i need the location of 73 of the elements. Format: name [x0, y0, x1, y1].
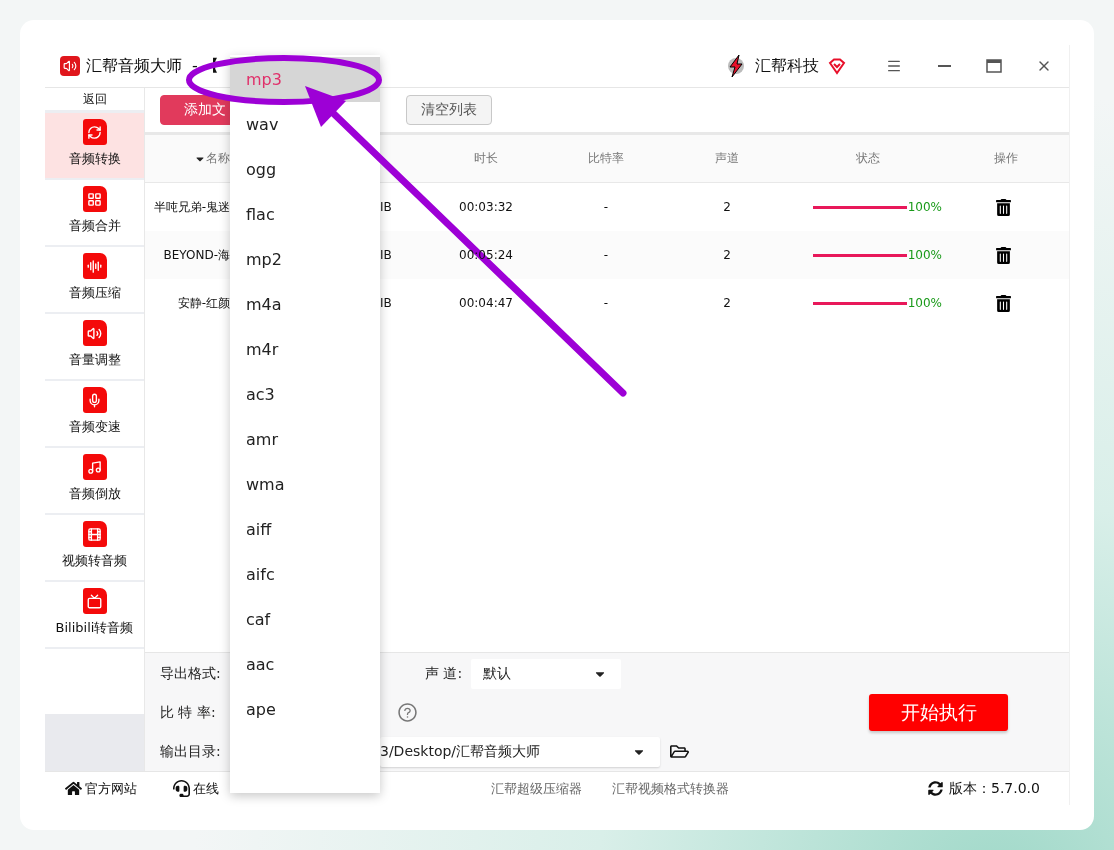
progress-percent: 100%	[907, 200, 942, 214]
dropdown-option[interactable]: ac3	[230, 372, 380, 417]
channel-select[interactable]: 默认	[471, 658, 621, 689]
dropdown-option[interactable]: amr	[230, 417, 380, 462]
headset-icon	[173, 780, 190, 797]
product-link[interactable]: 汇帮超级压缩器	[491, 779, 582, 798]
column-header: 操作	[993, 150, 1019, 167]
refresh-icon[interactable]	[928, 781, 943, 796]
sidebar-item[interactable]: 音频转换	[45, 113, 144, 180]
table-cell-text: 00:04:47	[458, 296, 514, 310]
trash-icon[interactable]	[994, 198, 1012, 216]
column-header: 比特率	[587, 150, 625, 167]
table-cell-text: 半吨兄弟-鬼迷	[152, 198, 230, 216]
dropdown-option[interactable]: flac	[230, 192, 380, 237]
table-cell-text: BEYOND-海	[162, 246, 230, 264]
table-cell-text: IB	[380, 200, 393, 214]
table-cell-text: 2	[722, 200, 732, 214]
tv-icon	[82, 588, 107, 614]
brand-logo-icon	[725, 54, 747, 78]
progress-percent: 100%	[907, 296, 942, 310]
film-icon	[82, 521, 107, 547]
trash-icon[interactable]	[994, 294, 1012, 312]
dropdown-option[interactable]: ape	[230, 687, 380, 732]
dropdown-option[interactable]: aac	[230, 642, 380, 687]
table-cell-text: IB	[380, 248, 393, 262]
column-header: 状态	[855, 150, 881, 167]
table-cell-text: -	[602, 200, 610, 214]
version-label: 版本：5.7.0.0	[928, 779, 1040, 798]
table-cell-text: 2	[722, 248, 732, 262]
output-path-field[interactable]: 3/Desktop/汇帮音频大师	[380, 736, 660, 767]
music-note-icon	[82, 454, 107, 480]
refresh-icon	[82, 119, 107, 145]
footer-link[interactable]: 在线	[173, 779, 219, 798]
channel-label: 声 道:	[425, 664, 463, 683]
dropdown-option[interactable]: mp2	[230, 237, 380, 282]
grid-icon	[82, 186, 107, 212]
dropdown-option[interactable]: wma	[230, 462, 380, 507]
speaker-icon	[60, 56, 80, 76]
menu-icon	[886, 58, 902, 74]
speaker-icon	[82, 320, 107, 346]
output-label: 输出目录:	[160, 742, 221, 761]
table-cell-text: 2	[722, 296, 732, 310]
home-icon	[65, 780, 82, 797]
brand-name: 汇帮科技	[755, 55, 819, 77]
column-header: 时长	[473, 150, 499, 167]
help-icon[interactable]	[397, 702, 418, 723]
format-label: 导出格式:	[160, 664, 221, 683]
footer-link[interactable]: 官方网站	[65, 779, 137, 798]
minimize-icon	[937, 65, 951, 67]
dropdown-option[interactable]: aiff	[230, 507, 380, 552]
bitrate-label: 比 特 率:	[160, 703, 216, 722]
table-cell-text: 00:03:32	[458, 200, 514, 214]
column-header[interactable]: 名称	[194, 150, 230, 167]
dropdown-option[interactable]: caf	[230, 597, 380, 642]
table-cell-text: -	[602, 248, 610, 262]
dropdown-option[interactable]: m4r	[230, 327, 380, 372]
trash-icon[interactable]	[994, 246, 1012, 264]
app-title: 汇帮音频大师	[86, 55, 182, 77]
maximize-icon	[986, 59, 1002, 73]
table-cell-text: 安静-红颜	[176, 294, 230, 312]
table-cell-text: -	[602, 296, 610, 310]
dropdown-option[interactable]: m4a	[230, 282, 380, 327]
progress-percent: 100%	[907, 248, 942, 262]
start-button[interactable]: 开始执行	[869, 694, 1008, 731]
folder-icon[interactable]	[670, 742, 689, 761]
dropdown-option[interactable]: aifc	[230, 552, 380, 597]
column-header: 声道	[714, 150, 740, 167]
sound-wave-icon	[82, 253, 107, 279]
table-cell-text: IB	[380, 296, 393, 310]
clear-list-button[interactable]: 清空列表	[406, 95, 492, 125]
microphone-icon	[82, 387, 107, 413]
product-link[interactable]: 汇帮视频格式转换器	[612, 779, 729, 798]
dropdown-option[interactable]: ogg	[230, 147, 380, 192]
